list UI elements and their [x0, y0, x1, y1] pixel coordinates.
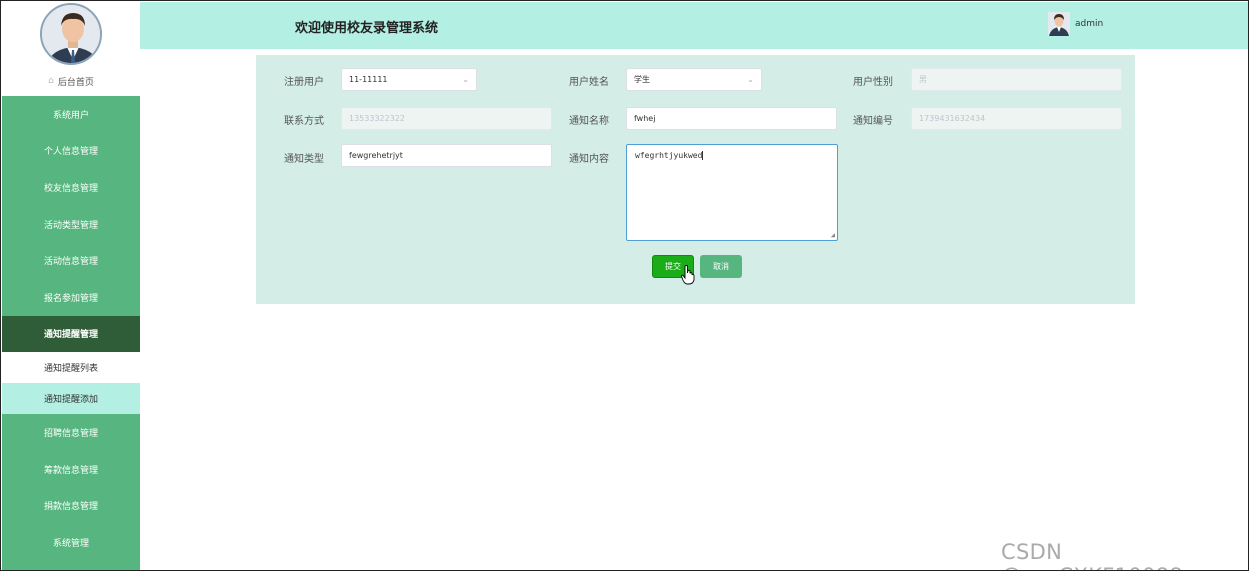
- user-menu[interactable]: admin: [1048, 12, 1103, 36]
- reg-user-label: 注册用户: [284, 77, 324, 88]
- avatar: [40, 3, 102, 65]
- sidebar-item-system-management[interactable]: 系统管理: [2, 524, 140, 561]
- notice-name-value: fwhej: [634, 114, 656, 123]
- app-frame: ⌂ 后台首页 系统用户 个人信息管理 校友信息管理 活动类型管理 活动信息管理 …: [0, 0, 1249, 571]
- user-name-label: 用户姓名: [569, 77, 609, 88]
- reg-user-value: 11-11111: [349, 75, 388, 84]
- user-name-select[interactable]: 学生 ⌄: [626, 68, 762, 91]
- contact-label: 联系方式: [284, 116, 324, 127]
- notice-type-label: 通知类型: [284, 154, 324, 165]
- user-avatar: [1048, 12, 1070, 36]
- sidebar-home-label: 后台首页: [57, 77, 94, 88]
- notice-no-value: 1739431632434: [919, 114, 986, 123]
- reg-user-select[interactable]: 11-11111 ⌄: [341, 68, 477, 91]
- sidebar-avatar-box: [2, 2, 140, 66]
- home-icon: ⌂: [48, 76, 54, 86]
- contact-field: 13533322322: [341, 107, 552, 130]
- sidebar: ⌂ 后台首页 系统用户 个人信息管理 校友信息管理 活动类型管理 活动信息管理 …: [2, 2, 140, 570]
- user-name-value: 学生: [634, 75, 650, 84]
- gender-label: 用户性别: [853, 77, 893, 88]
- sidebar-item-recruitment[interactable]: 招聘信息管理: [2, 414, 140, 451]
- notice-content-label: 通知内容: [569, 154, 609, 165]
- user-avatar-image: [1048, 12, 1070, 36]
- sidebar-subitem-notice-list[interactable]: 通知提醒列表: [2, 352, 140, 384]
- notice-type-input[interactable]: fewgrehetrjyt: [341, 144, 552, 167]
- notice-content-value: wfegrhtjyukwed: [635, 151, 703, 160]
- notice-no-field: 1739431632434: [911, 107, 1122, 130]
- watermark: CSDN @vx_CXKF10088: [1001, 540, 1183, 570]
- gender-value: 男: [919, 75, 927, 84]
- notice-no-label: 通知编号: [853, 116, 893, 127]
- avatar-image: [42, 5, 100, 63]
- page-title: 欢迎使用校友录管理系统: [295, 21, 439, 36]
- sidebar-item-fundraising[interactable]: 筹款信息管理: [2, 451, 140, 488]
- sidebar-subitem-notice-add[interactable]: 通知提醒添加: [2, 383, 140, 415]
- notice-content-textarea[interactable]: wfegrhtjyukwed ◢: [626, 144, 838, 241]
- sidebar-item-donations[interactable]: 捐款信息管理: [2, 487, 140, 524]
- contact-value: 13533322322: [349, 114, 405, 123]
- notice-form-panel: 注册用户 11-11111 ⌄ 用户姓名 学生 ⌄ 用户性别 男 联系方式 13…: [256, 55, 1135, 304]
- sidebar-item-alumni-info[interactable]: 校友信息管理: [2, 169, 140, 206]
- resize-grip-icon[interactable]: ◢: [831, 231, 835, 239]
- notice-type-value: fewgrehetrjyt: [349, 151, 403, 160]
- chevron-down-icon: ⌄: [747, 75, 754, 84]
- sidebar-item-notices[interactable]: 通知提醒管理: [2, 315, 140, 353]
- username-label: admin: [1075, 19, 1104, 29]
- sidebar-item-activity-types[interactable]: 活动类型管理: [2, 206, 140, 243]
- gender-field: 男: [911, 68, 1122, 91]
- sidebar-home-link[interactable]: ⌂ 后台首页: [2, 66, 140, 96]
- header-bar: 欢迎使用校友录管理系统 admin: [140, 2, 1248, 49]
- cancel-button[interactable]: 取消: [700, 255, 742, 278]
- chevron-down-icon: ⌄: [462, 75, 469, 84]
- notice-name-label: 通知名称: [569, 116, 609, 127]
- sidebar-item-personal-info[interactable]: 个人信息管理: [2, 133, 140, 170]
- sidebar-item-system-users[interactable]: 系统用户: [2, 96, 140, 133]
- notice-name-input[interactable]: fwhej: [626, 107, 837, 130]
- text-caret: [702, 151, 704, 160]
- sidebar-item-activity-info[interactable]: 活动信息管理: [2, 242, 140, 279]
- sidebar-item-registration[interactable]: 报名参加管理: [2, 279, 140, 316]
- hand-cursor-icon: [681, 265, 695, 285]
